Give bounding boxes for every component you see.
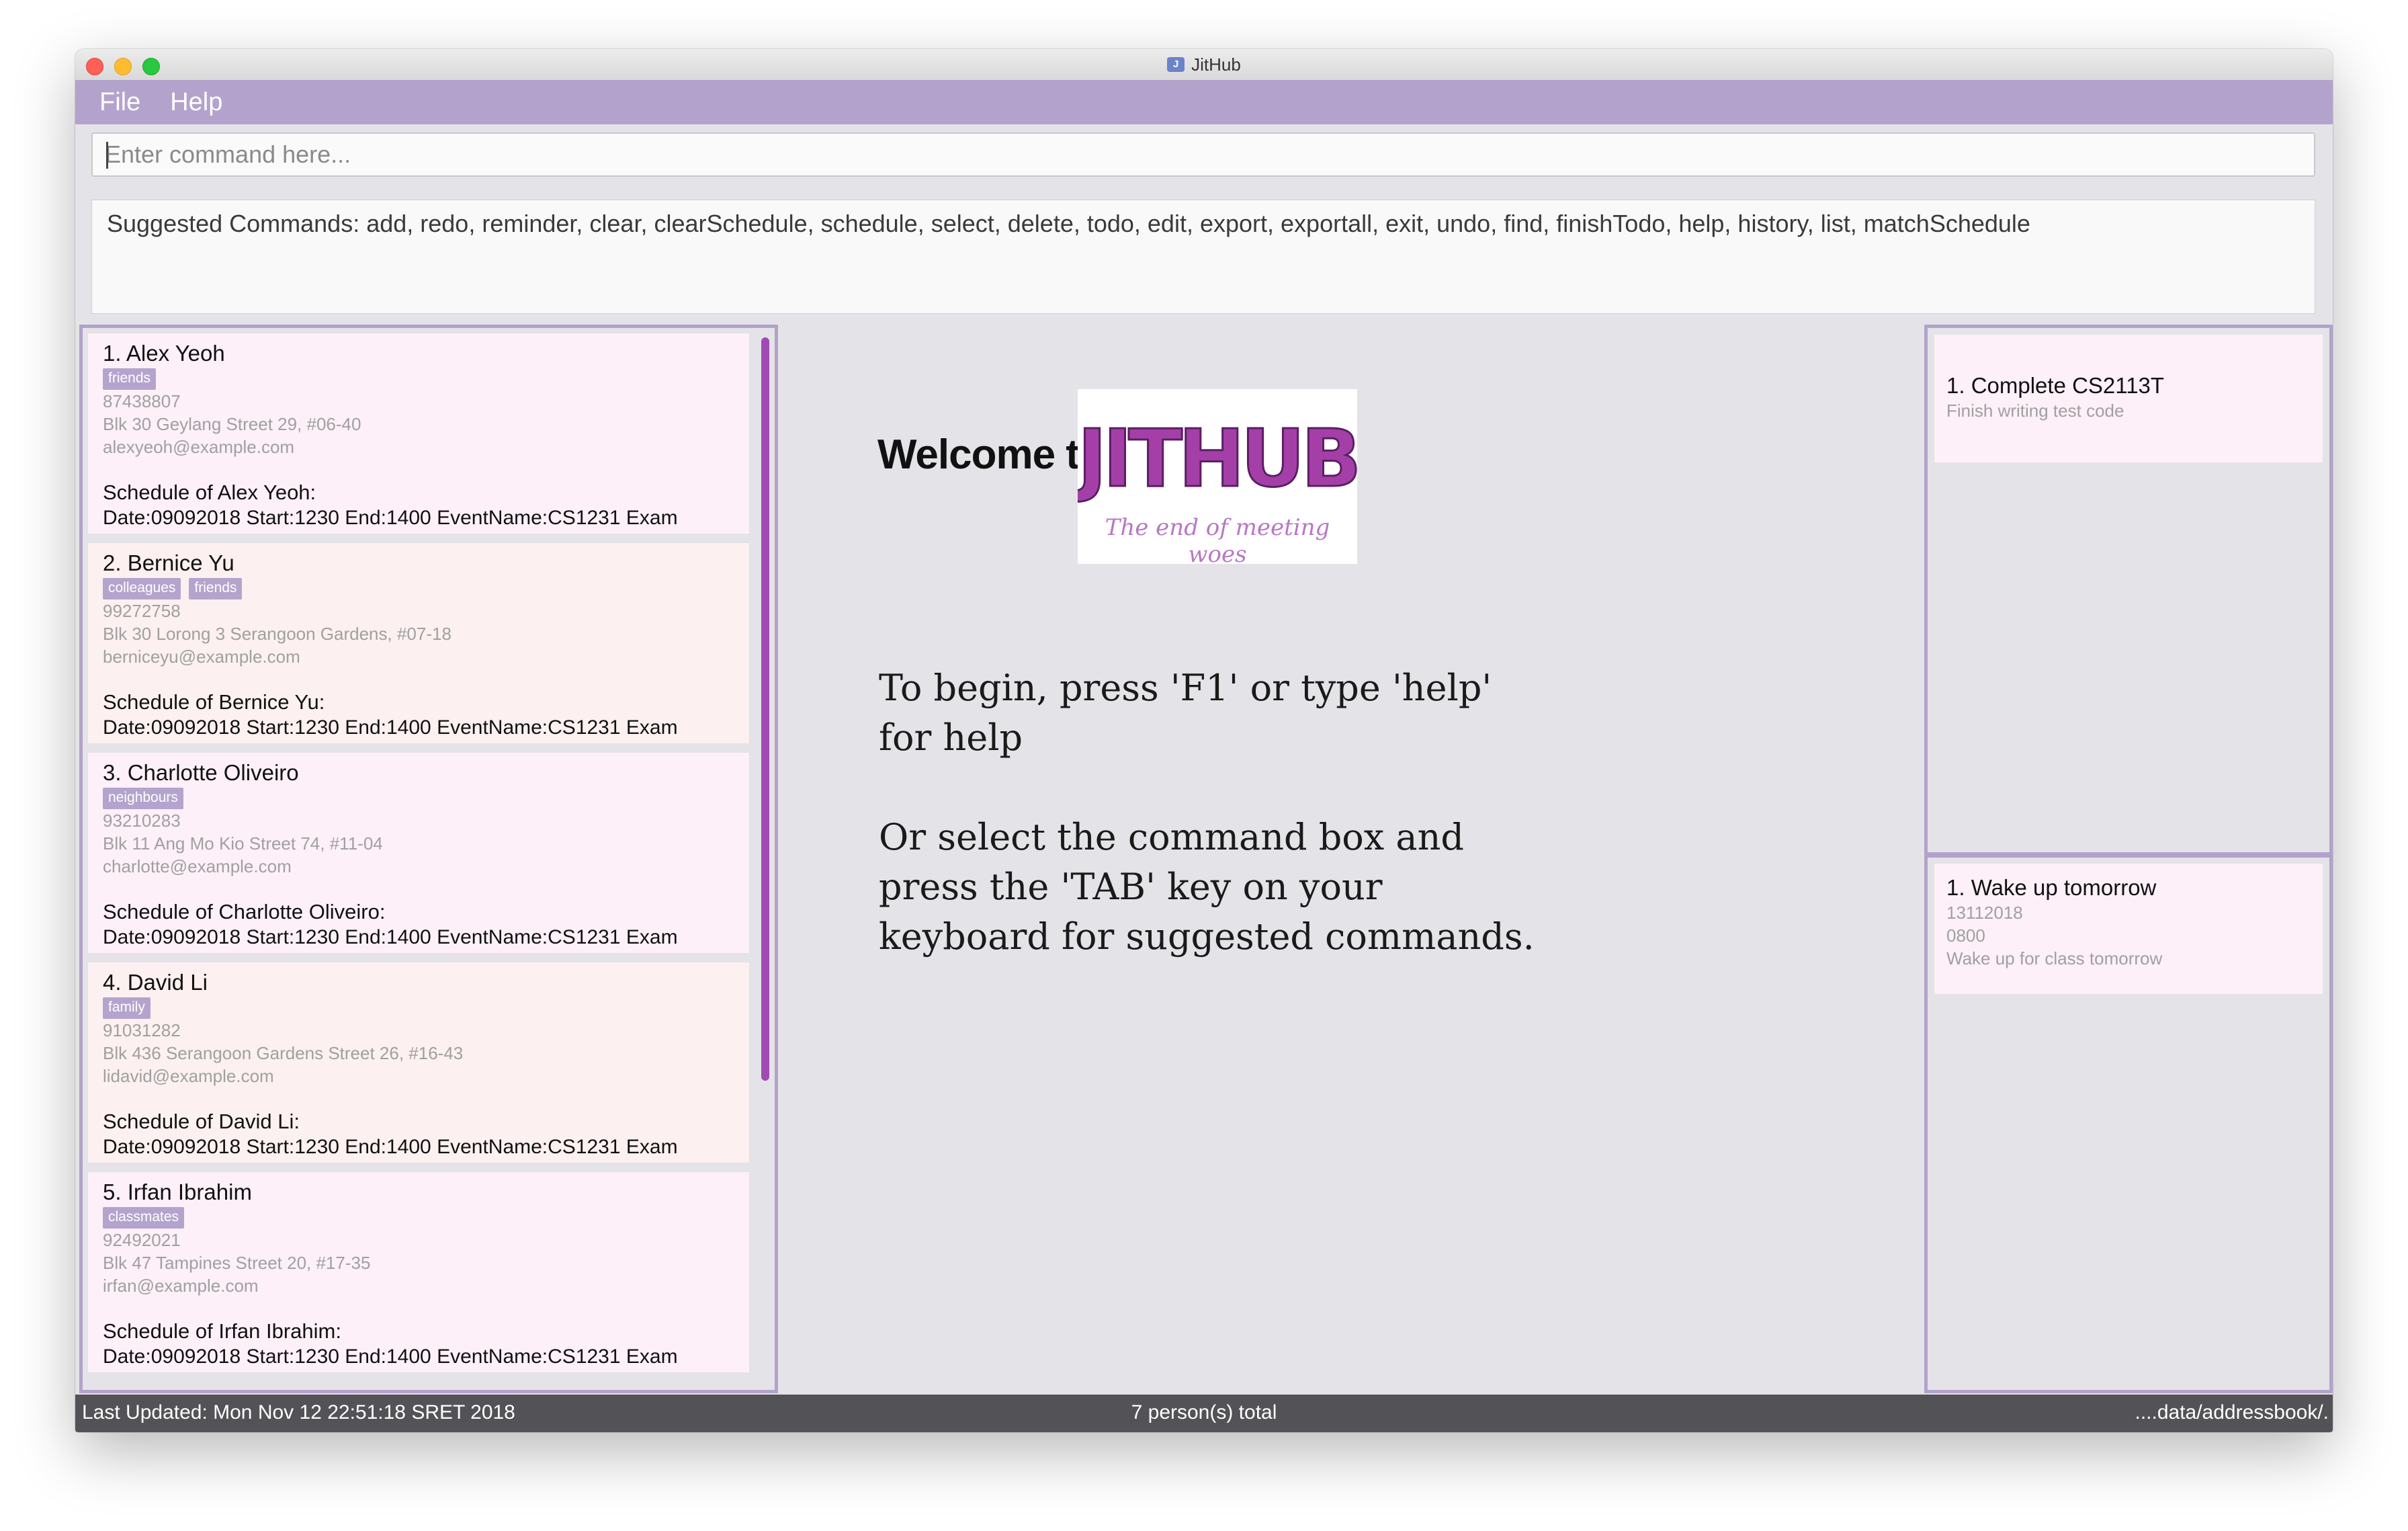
person-address: Blk 30 Lorong 3 Serangoon Gardens, #07-1… (103, 624, 452, 644)
intro-line-1: To begin, press 'F1' or type 'help' (879, 667, 1492, 709)
logo-wordmark: JITHUB (1078, 411, 1357, 506)
person-card[interactable]: 2. Bernice Yu colleagues friends 99272758 Bl… (88, 543, 749, 743)
person-card[interactable]: 4. David Li family 91031282 Blk 436 Serango… (88, 962, 749, 1163)
tag-label: classmates (103, 1207, 185, 1229)
person-list-panel: 1. Alex Yeoh friends 87438807 Blk 30 Geylan… (79, 325, 778, 1393)
result-display: Suggested Commands: add, redo, reminder,… (91, 200, 2315, 314)
text-caret (106, 142, 108, 169)
schedule-title: Schedule of Bernice Yu: (103, 690, 325, 714)
menu-bar: File Help (75, 80, 2333, 124)
person-name: 5. Irfan Ibrahim (103, 1180, 252, 1204)
intro-line-4: press the 'TAB' key on your (879, 866, 1383, 908)
person-name: 2. Bernice Yu (103, 550, 234, 575)
tag-label: colleagues (103, 578, 181, 599)
schedule-entry: Date:09092018 Start:1230 End:1400 EventN… (103, 1136, 678, 1158)
intro-line-3: Or select the command box and (879, 816, 1464, 858)
save-location: ....data/addressbook/. (2135, 1401, 2329, 1423)
menu-help[interactable]: Help (170, 88, 222, 117)
person-address: Blk 30 Geylang Street 29, #06-40 (103, 414, 361, 434)
logo-tagline: The end of meeting woes (1105, 514, 1330, 568)
person-name: 4. David Li (103, 970, 208, 995)
person-card[interactable]: 5. Irfan Ibrahim classmates 92492021 Blk 47… (88, 1172, 749, 1372)
person-count: 7 person(s) total (1131, 1401, 1277, 1423)
person-tags: classmates (103, 1207, 734, 1229)
schedule-title: Schedule of Charlotte Oliveiro: (103, 900, 386, 923)
person-tags: colleagues friends (103, 578, 734, 599)
command-input[interactable] (93, 134, 2314, 175)
person-phone: 87438807 (103, 391, 181, 411)
person-address: Blk 436 Serangoon Gardens Street 26, #16… (103, 1043, 464, 1063)
person-address: Blk 47 Tampines Street 20, #17-35 (103, 1253, 371, 1273)
side-panel: 1. Complete CS2113T Finish writing test … (1924, 325, 2333, 1393)
reminder-card[interactable]: 1. Wake up tomorrow 13112018 0800 Wake u… (1934, 864, 2323, 994)
person-list-scrollbar[interactable] (761, 337, 769, 1081)
person-phone: 93210283 (103, 811, 181, 831)
schedule-title: Schedule of David Li: (103, 1110, 300, 1133)
panel-divider (1928, 852, 2329, 858)
command-box[interactable] (91, 132, 2315, 177)
person-card[interactable]: 1. Alex Yeoh friends 87438807 Blk 30 Geylan… (88, 333, 749, 534)
intro-line-5: keyboard for suggested commands. (879, 915, 1535, 958)
person-phone: 91031282 (103, 1020, 181, 1040)
todo-card[interactable]: 1. Complete CS2113T Finish writing test … (1934, 335, 2323, 462)
person-email: berniceyu@example.com (103, 647, 300, 667)
todo-title: 1. Complete CS2113T (1946, 373, 2165, 398)
reminder-title: 1. Wake up tomorrow (1946, 875, 2157, 900)
schedule-title: Schedule of Alex Yeoh: (103, 481, 316, 504)
todo-description: Finish writing test code (1946, 401, 2124, 421)
welcome-panel: Welcome to JITHUB The end of meeting woe… (778, 325, 1924, 1393)
tag-label: family (103, 997, 150, 1019)
person-address: Blk 11 Ang Mo Kio Street 74, #11-04 (103, 833, 383, 854)
person-phone: 99272758 (103, 601, 181, 621)
intro-line-2: for help (879, 716, 1023, 759)
reminder-date: 13112018 (1946, 903, 2023, 923)
person-tags: friends (103, 368, 734, 390)
reminder-time: 0800 (1946, 925, 1985, 946)
person-email: charlotte@example.com (103, 856, 292, 876)
menu-file[interactable]: File (99, 88, 140, 117)
jithub-logo: JITHUB The end of meeting woes (1078, 389, 1357, 568)
reminder-description: Wake up for class tomorrow (1946, 948, 2163, 968)
person-name: 3. Charlotte Oliveiro (103, 760, 299, 785)
app-window: J JitHub File Help Suggested Commands: a… (75, 49, 2333, 1432)
person-email: alexyeoh@example.com (103, 437, 295, 457)
schedule-entry: Date:09092018 Start:1230 End:1400 EventN… (103, 926, 678, 948)
person-email: irfan@example.com (103, 1276, 259, 1296)
person-name: 1. Alex Yeoh (103, 341, 225, 366)
tag-label: friends (103, 368, 157, 390)
schedule-entry: Date:09092018 Start:1230 End:1400 EventN… (103, 1346, 678, 1368)
result-text: Suggested Commands: add, redo, reminder,… (107, 210, 2030, 237)
person-email: lidavid@example.com (103, 1066, 274, 1086)
schedule-entry: Date:09092018 Start:1230 End:1400 EventN… (103, 716, 678, 739)
tag-label: neighbours (103, 788, 183, 809)
status-bar: Last Updated: Mon Nov 12 22:51:18 SRET 2… (75, 1395, 2333, 1432)
welcome-heading: Welcome to (877, 431, 1105, 478)
schedule-title: Schedule of Irfan Ibrahim: (103, 1319, 341, 1343)
title-bar: J JitHub (75, 49, 2333, 81)
person-phone: 92492021 (103, 1230, 181, 1250)
schedule-entry: Date:09092018 Start:1230 End:1400 EventN… (103, 507, 678, 529)
person-card[interactable]: 3. Charlotte Oliveiro neighbours 93210283 B… (88, 753, 749, 953)
app-icon: J (1167, 57, 1185, 72)
logo-text: JITHUB (1078, 412, 1357, 505)
tag-label: friends (189, 578, 243, 599)
person-tags: neighbours (103, 788, 734, 809)
window-title: JitHub (1191, 54, 1241, 75)
person-tags: family (103, 997, 734, 1019)
